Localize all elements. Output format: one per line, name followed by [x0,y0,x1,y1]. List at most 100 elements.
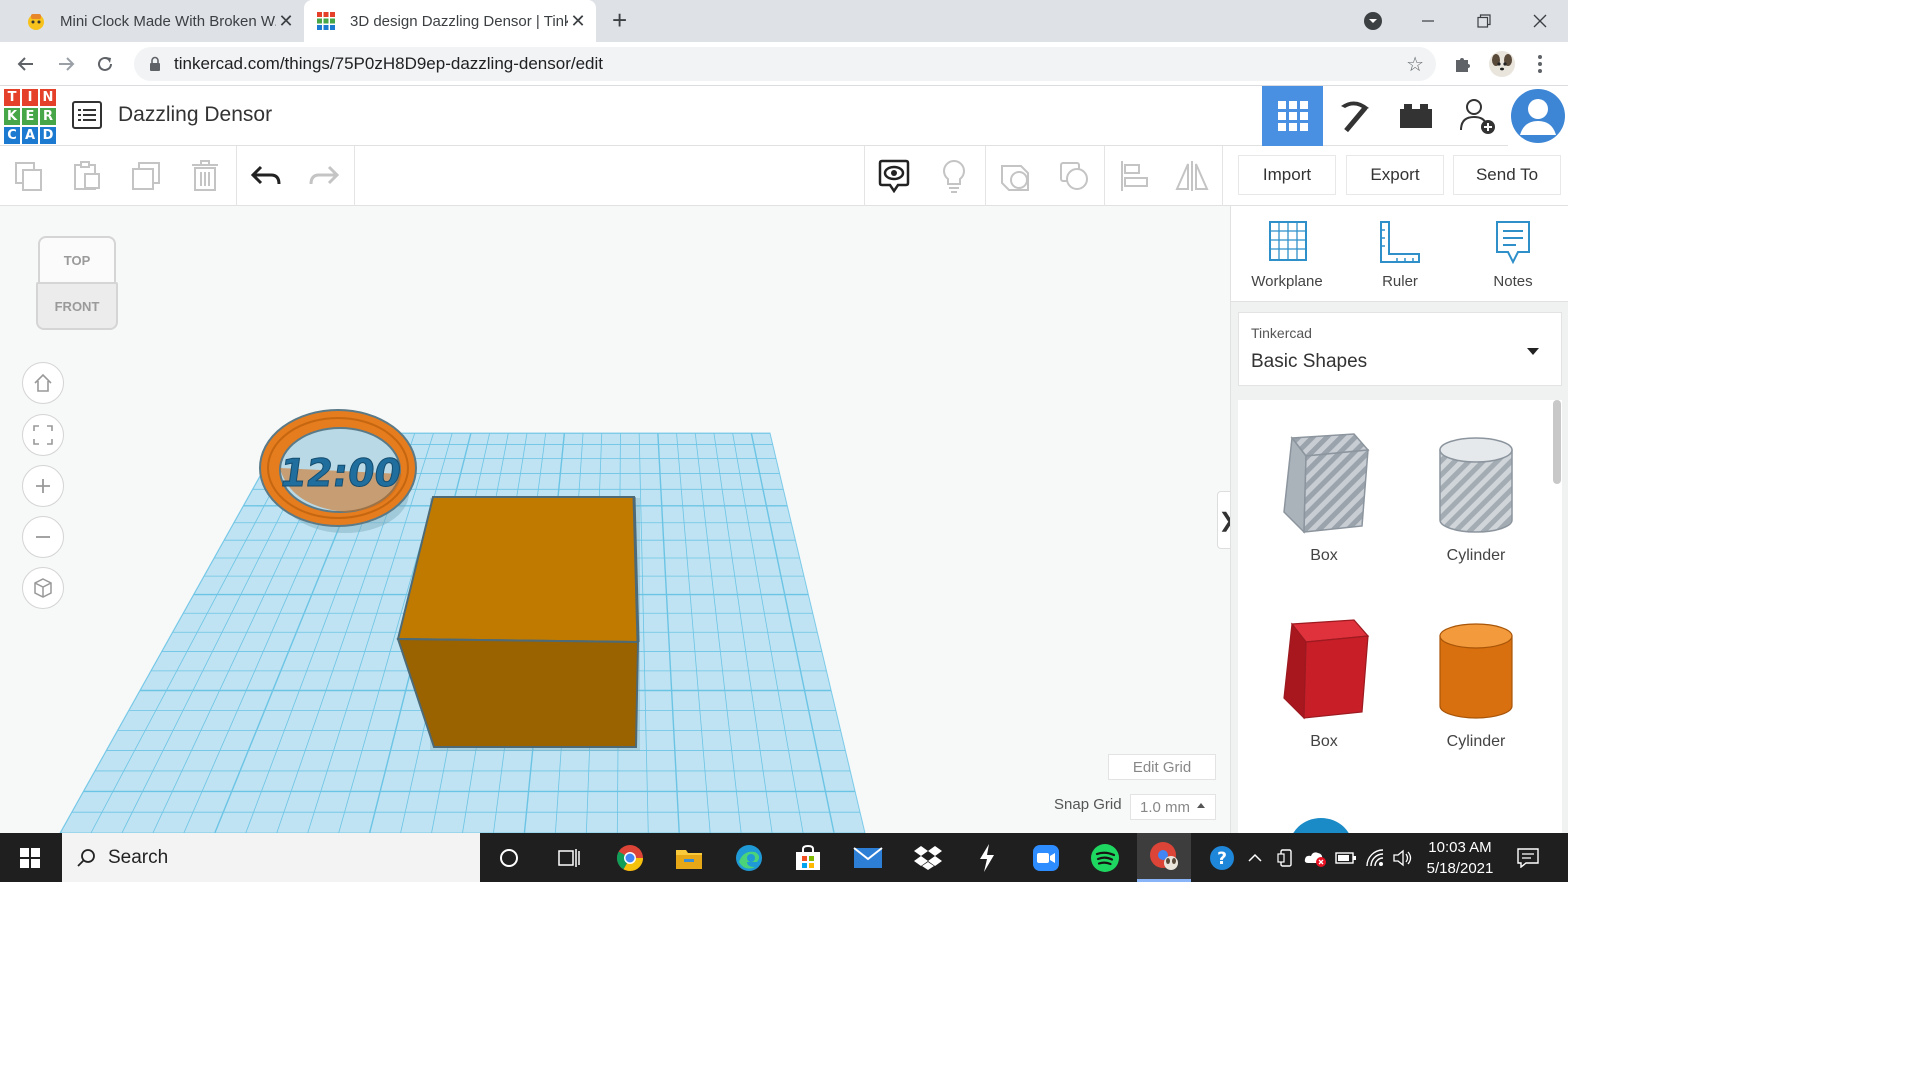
dropbox-taskbar-app[interactable] [901,833,955,882]
device-tray-icon[interactable] [1274,833,1298,882]
group-button[interactable] [986,146,1044,206]
close-window-button[interactable] [1515,0,1565,42]
edit-grid-button[interactable]: Edit Grid [1108,754,1216,780]
puzzle-piece-icon [1453,54,1473,74]
cortana-button[interactable] [482,833,536,882]
reload-button[interactable] [91,50,119,78]
zoom-in-button[interactable] [22,465,64,507]
export-button[interactable]: Export [1346,155,1444,195]
user-avatar-button[interactable] [1508,86,1568,146]
ring-clock-object[interactable]: 12:00 [260,410,416,526]
lightbulb-icon [941,159,967,193]
bolt-taskbar-app[interactable] [960,833,1014,882]
undo-icon [251,164,281,188]
3d-design-view-button[interactable] [1262,86,1323,146]
taskbar-search-box[interactable]: Search [62,833,480,882]
notes-tool[interactable]: Notes [1463,220,1563,290]
restore-button[interactable] [1459,0,1509,42]
extensions-button[interactable] [1449,50,1477,78]
wifi-icon [1365,849,1385,867]
start-button[interactable] [0,833,60,882]
task-view-button[interactable] [541,833,595,882]
shape-cylinder-solid[interactable]: Cylinder [1416,616,1536,751]
taskbar-clock[interactable]: 10:03 AM 5/18/2021 [1418,837,1502,879]
duplicate-button[interactable] [117,146,175,206]
undo-button[interactable] [237,146,295,206]
shape-box-hole[interactable]: Box [1264,430,1384,565]
chrome-profile-taskbar-app[interactable] [1137,833,1191,882]
delete-button[interactable] [176,146,234,206]
chrome-menu-button[interactable] [1526,50,1554,78]
chrome-taskbar-app[interactable] [603,833,657,882]
bricks-view-button[interactable] [1385,86,1446,146]
onedrive-tray-icon[interactable] [1302,833,1328,882]
spotify-taskbar-app[interactable] [1078,833,1132,882]
volume-tray-icon[interactable] [1390,833,1416,882]
edge-taskbar-app[interactable] [722,833,776,882]
collapse-panel-tab[interactable]: ❯ [1217,491,1230,549]
wifi-tray-icon[interactable] [1362,833,1388,882]
search-icon [76,848,96,868]
perspective-button[interactable] [22,567,64,609]
invite-user-button[interactable] [1447,86,1508,146]
panel-scrollbar[interactable] [1553,400,1561,484]
tab-mini-clock[interactable]: Mini Clock Made With Broken W.. ✕ [14,0,304,42]
forward-button[interactable] [52,50,80,78]
help-tray-icon[interactable]: ? [1204,833,1240,882]
logo-letter: K [4,108,20,125]
notes-visibility-button[interactable] [865,146,923,206]
tab-tinkercad[interactable]: 3D design Dazzling Densor | Tink ✕ [304,0,596,42]
profile-avatar-button[interactable] [1488,50,1516,78]
view-cube-top[interactable]: TOP [38,236,116,284]
align-button[interactable] [1105,146,1163,206]
new-tab-button[interactable]: + [612,7,627,33]
copy-button[interactable] [0,146,58,206]
ruler-tool[interactable]: Ruler [1350,220,1450,290]
shape-library-dropdown[interactable]: Tinkercad Basic Shapes [1238,312,1562,386]
sphere-shape-partial-icon[interactable] [1286,814,1356,833]
tinkercad-logo[interactable]: T I N K E R C A D [4,89,56,143]
bookmark-star-icon[interactable]: ☆ [1406,52,1424,77]
blocks-view-button[interactable] [1324,86,1385,146]
ungroup-button[interactable] [1045,146,1103,206]
zoom-taskbar-app[interactable] [1019,833,1073,882]
home-view-button[interactable] [22,362,64,404]
design-list-icon[interactable] [72,101,102,129]
action-center-button[interactable] [1510,833,1546,882]
orange-box-object[interactable] [398,497,638,747]
file-explorer-taskbar-app[interactable] [662,833,716,882]
show-hidden-icons-button[interactable] [1244,833,1266,882]
close-tab-icon[interactable]: ✕ [276,11,296,32]
url-omnibox[interactable]: tinkercad.com/things/75P0zH8D9ep-dazzlin… [134,47,1436,81]
view-cube-front[interactable]: FRONT [36,282,118,330]
3d-scene[interactable]: 12:00 [0,206,1230,833]
clock-text-12-00[interactable]: 12:00 [277,452,404,496]
store-taskbar-app[interactable] [781,833,835,882]
paste-button[interactable] [58,146,116,206]
tab-search-button[interactable] [1348,0,1398,42]
shape-box-solid[interactable]: Box [1264,616,1384,751]
redo-button[interactable] [295,146,353,206]
send-to-button[interactable]: Send To [1453,155,1561,195]
shape-cylinder-hole[interactable]: Cylinder [1416,430,1536,565]
more-vertical-icon [1537,54,1543,74]
workplane-tool[interactable]: Workplane [1237,220,1337,290]
mail-taskbar-app[interactable] [841,833,895,882]
zoom-out-button[interactable] [22,516,64,558]
close-tab-icon[interactable]: ✕ [568,11,588,32]
design-title[interactable]: Dazzling Densor [118,103,272,127]
minimize-button[interactable] [1403,0,1453,42]
mirror-button[interactable] [1163,146,1221,206]
close-icon [1533,14,1547,28]
import-button[interactable]: Import [1238,155,1336,195]
shapes-grid: Box Cylinder Box Cylinder [1238,400,1562,833]
ruler-icon [1379,220,1421,264]
chevron-right-icon: ❯ [1219,508,1230,533]
fit-view-button[interactable] [22,414,64,456]
show-lightbulb-button[interactable] [925,146,983,206]
back-button[interactable] [12,50,40,78]
3d-workspace[interactable]: 12:00 TOP FRONT ❯ Edit Grid Snap Grid 1.… [0,206,1230,833]
mirror-icon [1174,160,1210,192]
battery-tray-icon[interactable] [1333,833,1359,882]
snap-grid-select[interactable]: 1.0 mm [1130,794,1216,820]
